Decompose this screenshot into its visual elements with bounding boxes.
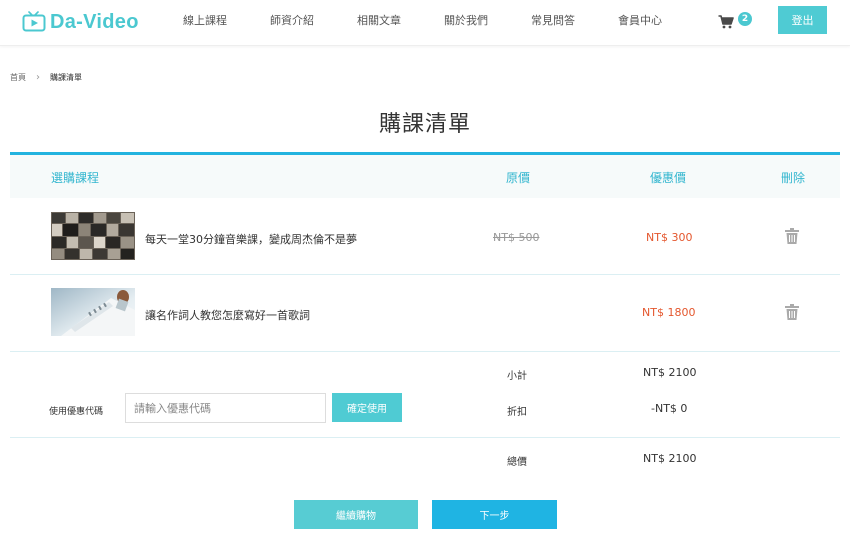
breadcrumb-current: 購課清單 <box>50 73 82 82</box>
total-value: NT$ 2100 <box>643 452 697 465</box>
cart-count-badge: 2 <box>738 12 752 26</box>
header-course: 選購課程 <box>51 171 100 185</box>
chevron-right-icon: › <box>36 72 40 83</box>
original-price: NT$ 500 <box>493 231 540 244</box>
apply-coupon-button[interactable]: 確定使用 <box>332 393 402 422</box>
breadcrumb: 首頁 › 購課清單 <box>10 72 82 83</box>
header-original-price: 原價 <box>506 171 531 185</box>
course-thumbnail[interactable] <box>51 288 135 336</box>
table-header: 選購課程 原價 優惠價 刪除 <box>10 152 840 198</box>
sale-price: NT$ 1800 <box>642 306 696 319</box>
nav-articles[interactable]: 相關文章 <box>357 14 401 28</box>
cart-icon <box>718 14 734 33</box>
order-summary: 使用優惠代碼 確定使用 小計 NT$ 2100 折扣 -NT$ 0 <box>10 352 840 438</box>
subtotal-label: 小計 <box>507 371 527 382</box>
trash-icon[interactable] <box>785 228 799 244</box>
discount-value: -NT$ 0 <box>651 402 688 415</box>
table-row: 每天一堂30分鐘音樂課，變成周杰倫不是夢 NT$ 500 NT$ 300 <box>10 198 840 275</box>
next-step-button[interactable]: 下一步 <box>432 500 557 529</box>
course-name[interactable]: 每天一堂30分鐘音樂課，變成周杰倫不是夢 <box>145 231 357 247</box>
cart-button[interactable]: 2 <box>718 12 754 30</box>
course-thumbnail[interactable] <box>51 212 135 260</box>
table-row: 讓名作詞人教您怎麼寫好一首歌詞 NT$ 1800 <box>10 275 840 352</box>
cart-table: 選購課程 原價 優惠價 刪除 <box>10 152 840 198</box>
sale-price: NT$ 300 <box>646 231 693 244</box>
course-name[interactable]: 讓名作詞人教您怎麼寫好一首歌詞 <box>145 307 310 323</box>
subtotal-value: NT$ 2100 <box>643 366 697 379</box>
header-delete: 刪除 <box>781 171 806 185</box>
nav-faq[interactable]: 常見問答 <box>531 14 575 28</box>
nav-instructors[interactable]: 師資介紹 <box>270 14 314 28</box>
nav-about-us[interactable]: 關於我們 <box>444 14 488 28</box>
page-title: 購課清單 <box>378 112 471 137</box>
continue-shopping-button[interactable]: 繼續購物 <box>294 500 418 529</box>
header-sale-price: 優惠價 <box>650 171 687 185</box>
discount-label: 折扣 <box>507 407 527 418</box>
nav-member-center[interactable]: 會員中心 <box>618 14 662 28</box>
total-label: 總價 <box>507 457 527 468</box>
nav-online-courses[interactable]: 線上課程 <box>183 14 227 28</box>
coupon-label: 使用優惠代碼 <box>49 407 104 417</box>
site-header: Da-Video 線上課程 師資介紹 相關文章 關於我們 常見問答 會員中心 2… <box>0 0 850 46</box>
trash-icon[interactable] <box>785 304 799 320</box>
logout-button[interactable]: 登出 <box>778 6 827 34</box>
breadcrumb-home[interactable]: 首頁 <box>10 72 26 83</box>
coupon-input[interactable] <box>125 393 326 423</box>
